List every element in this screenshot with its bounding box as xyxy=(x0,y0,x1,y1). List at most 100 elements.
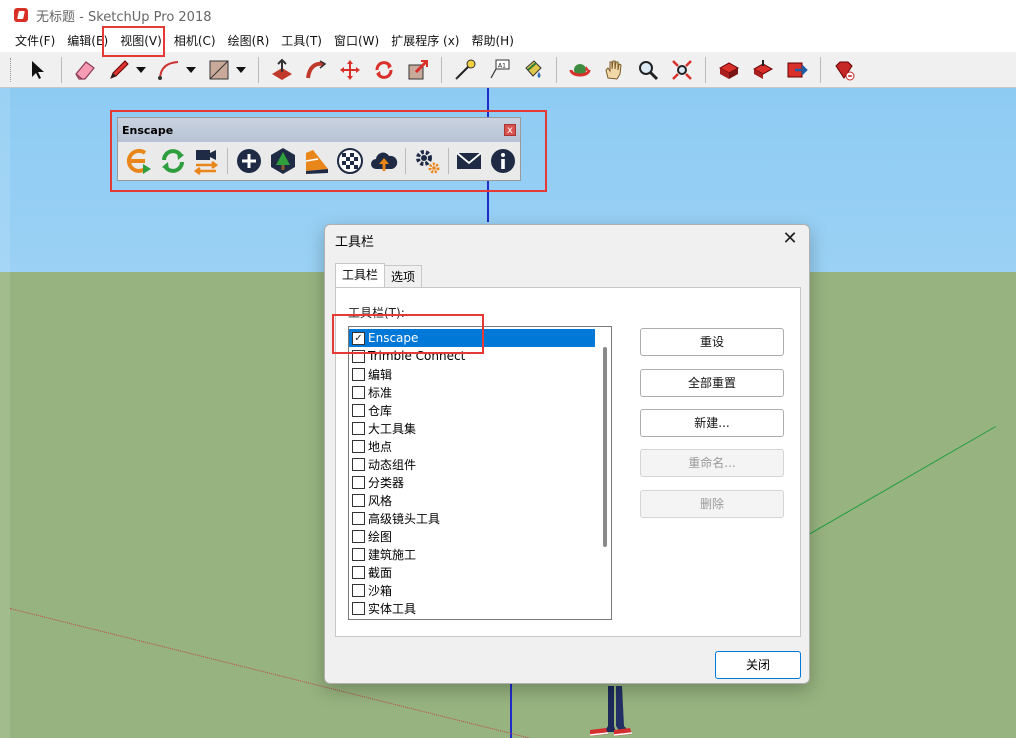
rectangle-icon[interactable] xyxy=(205,56,233,84)
list-item[interactable]: 编辑 xyxy=(349,365,611,383)
enscape-settings-icon[interactable] xyxy=(412,146,442,176)
shape-tools-dropdown[interactable] xyxy=(236,56,246,84)
list-item[interactable]: 仓库 xyxy=(349,401,611,419)
arc-icon[interactable] xyxy=(155,56,183,84)
dialog-title: 工具栏 xyxy=(335,235,375,250)
menu-help[interactable]: 帮助(H) xyxy=(465,30,519,52)
menu-window[interactable]: 窗口(W) xyxy=(328,30,385,52)
checkbox[interactable] xyxy=(352,439,365,453)
rotate-icon[interactable] xyxy=(370,56,398,84)
list-item-label: 高级镜头工具 xyxy=(368,511,441,526)
menu-camera[interactable]: 相机(C) xyxy=(168,30,222,52)
list-item[interactable]: 地点 xyxy=(349,437,611,455)
list-item[interactable]: 沙箱 xyxy=(349,581,611,599)
enscape-material-editor-icon[interactable] xyxy=(335,146,365,176)
extension-warehouse-icon[interactable] xyxy=(783,56,811,84)
list-item[interactable]: 高级镜头工具 xyxy=(349,509,611,527)
checkbox[interactable] xyxy=(352,349,365,363)
list-item[interactable]: 实体工具 xyxy=(349,599,611,617)
enscape-add-icon[interactable] xyxy=(234,146,264,176)
share-component-icon[interactable] xyxy=(749,56,777,84)
list-item-label: 截面 xyxy=(368,565,393,580)
toolbar-grip[interactable] xyxy=(10,57,13,82)
tab-options[interactable]: 选项 xyxy=(384,265,423,287)
pan-hand-icon[interactable] xyxy=(600,56,628,84)
list-item-enscape[interactable]: ✓ Enscape xyxy=(349,329,595,347)
blue-axis-lower xyxy=(510,676,512,738)
enscape-close-icon[interactable]: x xyxy=(504,124,516,136)
list-item[interactable]: 大工具集 xyxy=(349,419,611,437)
enscape-feedback-mail-icon[interactable] xyxy=(455,146,485,176)
enscape-info-icon[interactable] xyxy=(488,146,518,176)
text-label-icon[interactable]: A1 xyxy=(485,56,513,84)
move-icon[interactable] xyxy=(336,56,364,84)
checkbox[interactable] xyxy=(352,547,365,561)
paint-bucket-icon[interactable] xyxy=(519,56,547,84)
scale-icon[interactable] xyxy=(404,56,432,84)
warehouse-icon[interactable] xyxy=(715,56,743,84)
enscape-start-icon[interactable] xyxy=(124,146,154,176)
zoom-extents-icon[interactable] xyxy=(668,56,696,84)
list-item[interactable]: 动态组件 xyxy=(349,455,611,473)
list-item[interactable]: Trimble Connect xyxy=(349,347,611,365)
line-tools-dropdown[interactable] xyxy=(136,56,146,84)
zoom-magnifier-icon[interactable] xyxy=(634,56,662,84)
enscape-toolbar-header[interactable]: Enscape x xyxy=(118,118,520,142)
list-scrollbar[interactable] xyxy=(603,347,607,547)
arc-tools-dropdown[interactable] xyxy=(186,56,196,84)
ruby-console-icon[interactable] xyxy=(830,56,858,84)
list-item[interactable]: 绘图 xyxy=(349,527,611,545)
new-toolbar-button[interactable]: 新建... xyxy=(640,409,784,437)
checkbox[interactable] xyxy=(352,565,365,579)
select-arrow-icon[interactable] xyxy=(24,56,52,84)
window-title: 无标题 - SketchUp Pro 2018 xyxy=(36,9,212,25)
delete-button[interactable]: 删除 xyxy=(640,490,784,518)
enscape-sync-icon[interactable] xyxy=(158,146,188,176)
orbit-icon[interactable] xyxy=(566,56,594,84)
checkbox[interactable] xyxy=(352,493,365,507)
list-item[interactable]: 风格 xyxy=(349,491,611,509)
menu-edit[interactable]: 编辑(E) xyxy=(61,30,114,52)
enscape-toolbar[interactable]: Enscape x xyxy=(117,117,521,181)
menu-view[interactable]: 视图(V) xyxy=(114,30,168,52)
enscape-icon-row xyxy=(118,142,520,180)
checkbox[interactable] xyxy=(352,529,365,543)
tab-toolbars[interactable]: 工具栏 xyxy=(335,263,386,287)
dialog-close-icon[interactable]: ✕ xyxy=(777,227,803,251)
enscape-sync-views-icon[interactable] xyxy=(191,146,221,176)
close-button[interactable]: 关闭 xyxy=(715,651,801,679)
checkbox[interactable] xyxy=(352,457,365,471)
follow-me-icon[interactable] xyxy=(302,56,330,84)
enscape-assets-icon[interactable] xyxy=(268,146,298,176)
checkbox[interactable] xyxy=(352,421,365,435)
checkbox[interactable] xyxy=(352,475,365,489)
menu-file[interactable]: 文件(F) xyxy=(9,30,61,52)
checkbox[interactable] xyxy=(352,403,365,417)
enscape-upload-icon[interactable] xyxy=(369,146,399,176)
tape-measure-icon[interactable] xyxy=(451,56,479,84)
enscape-materials-icon[interactable] xyxy=(302,146,332,176)
title-bar: 无标题 - SketchUp Pro 2018 xyxy=(0,0,1016,30)
push-pull-icon[interactable] xyxy=(268,56,296,84)
list-item[interactable]: 分类器 xyxy=(349,473,611,491)
reset-button[interactable]: 重设 xyxy=(640,328,784,356)
toolbar-list[interactable]: ✓ Enscape Trimble Connect 编辑 标准 仓库 大工具集 … xyxy=(348,326,612,620)
checkbox[interactable] xyxy=(352,367,365,381)
list-item[interactable]: 建筑施工 xyxy=(349,545,611,563)
menu-tools[interactable]: 工具(T) xyxy=(275,30,328,52)
rename-button[interactable]: 重命名... xyxy=(640,449,784,477)
checkbox[interactable] xyxy=(352,583,365,597)
checkbox-checked-icon[interactable]: ✓ xyxy=(352,331,365,345)
toolbar-separator xyxy=(820,56,821,83)
eraser-icon[interactable] xyxy=(71,56,99,84)
list-item-label: Trimble Connect xyxy=(368,349,466,363)
reset-all-button[interactable]: 全部重置 xyxy=(640,369,784,397)
menu-extensions[interactable]: 扩展程序 (x) xyxy=(385,30,465,52)
pencil-line-icon[interactable] xyxy=(105,56,133,84)
checkbox[interactable] xyxy=(352,601,365,615)
list-item[interactable]: 标准 xyxy=(349,383,611,401)
checkbox[interactable] xyxy=(352,511,365,525)
menu-draw[interactable]: 绘图(R) xyxy=(222,30,276,52)
list-item[interactable]: 截面 xyxy=(349,563,611,581)
checkbox[interactable] xyxy=(352,385,365,399)
